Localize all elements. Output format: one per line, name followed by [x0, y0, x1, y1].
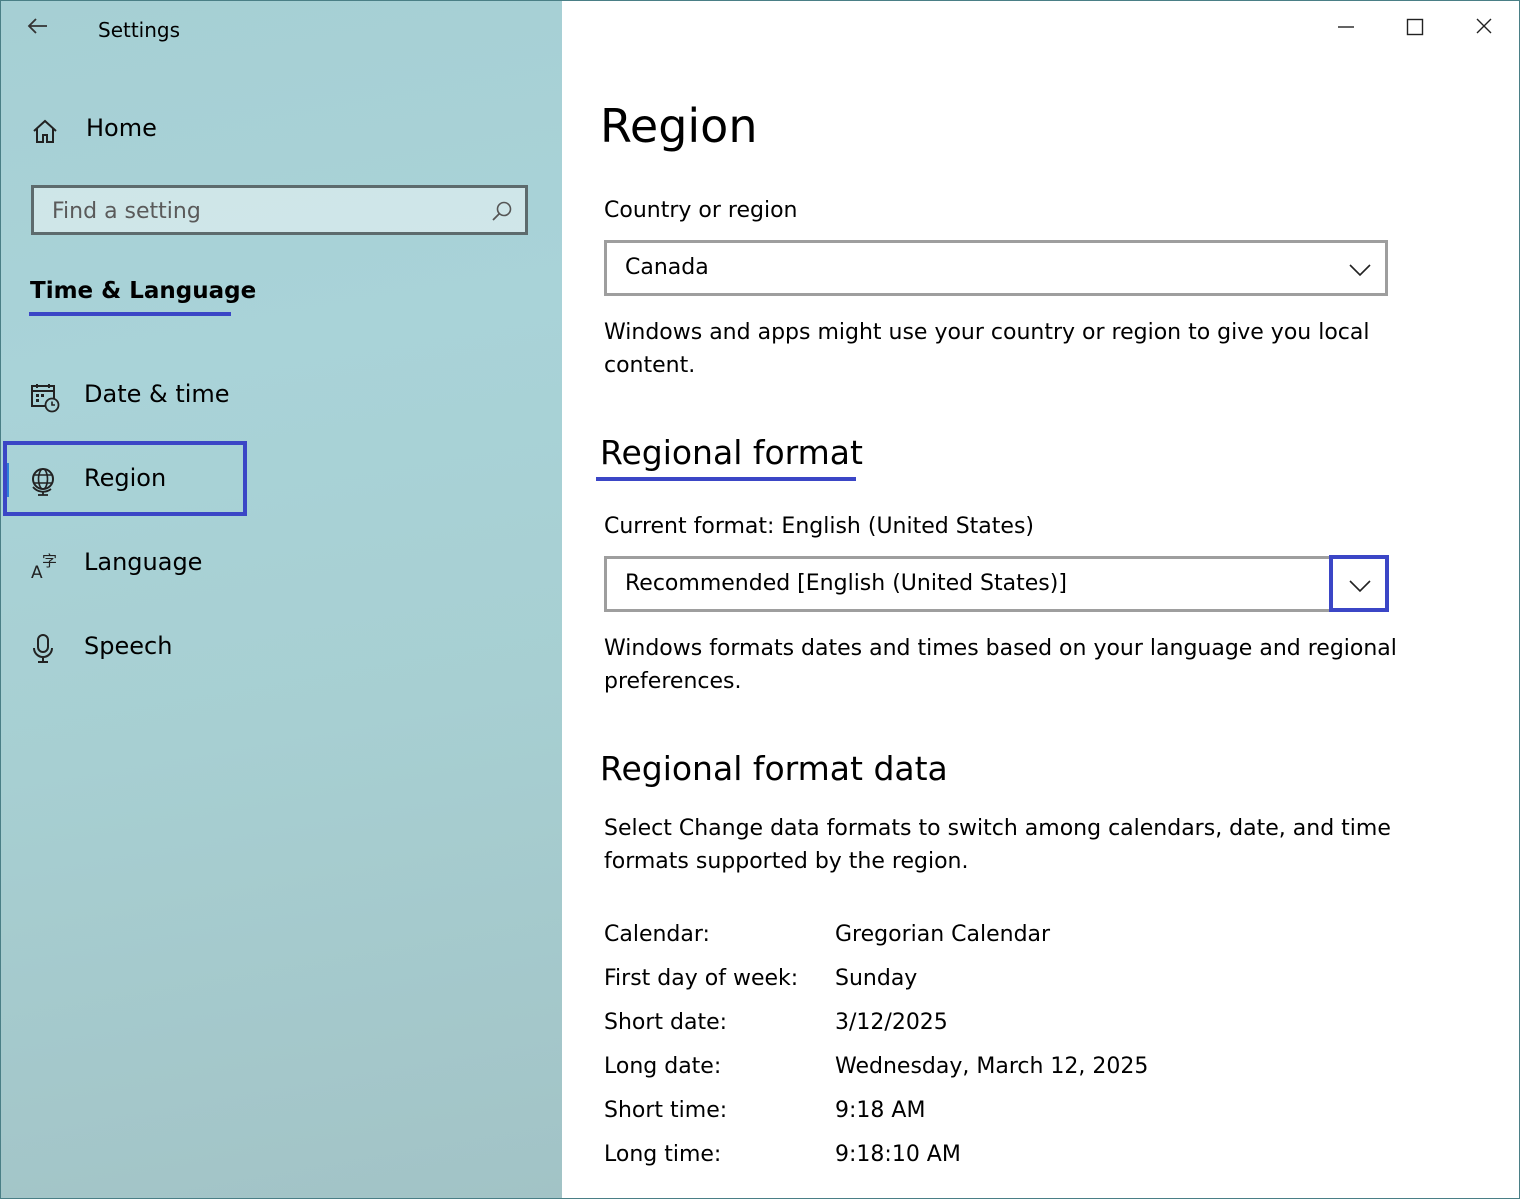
country-value: Canada: [625, 255, 709, 280]
sidebar-item-date-time[interactable]: Date & time: [1, 366, 562, 426]
country-label: Country or region: [604, 198, 798, 223]
format-value: Wednesday, March 12, 2025: [835, 1054, 1149, 1079]
format-key: Short date:: [604, 1010, 728, 1035]
app-title: Settings: [98, 18, 181, 42]
format-row-short-time: Short time: 9:18 AM: [604, 1098, 1404, 1138]
regional-format-underline: [596, 477, 856, 481]
format-value: 9:18 AM: [835, 1098, 926, 1123]
regional-format-data-heading: Regional format data: [600, 749, 948, 788]
sidebar-item-home[interactable]: Home: [1, 100, 562, 160]
language-icon: A 字: [29, 549, 61, 583]
format-key: Calendar:: [604, 922, 710, 947]
chevron-highlight-box: [1329, 555, 1389, 612]
format-value: Sunday: [835, 966, 918, 991]
regional-format-dropdown[interactable]: Recommended [English (United States)]: [604, 556, 1388, 612]
minimize-button[interactable]: [1326, 9, 1366, 45]
search-box[interactable]: [31, 185, 528, 235]
sidebar-item-label: Language: [84, 548, 203, 576]
back-arrow-icon[interactable]: [23, 11, 53, 41]
search-icon[interactable]: [491, 200, 513, 222]
format-key: Short time:: [604, 1098, 728, 1123]
maximize-button[interactable]: [1395, 9, 1435, 45]
format-value: Gregorian Calendar: [835, 922, 1051, 947]
sidebar: Settings Home Time & Language: [1, 1, 562, 1198]
format-key: Long time:: [604, 1142, 722, 1167]
format-value: 3/12/2025: [835, 1010, 948, 1035]
main-content: Region Country or region Canada Windows …: [562, 1, 1519, 1198]
calendar-clock-icon: [29, 381, 61, 413]
format-value: 9:18:10 AM: [835, 1142, 961, 1167]
sidebar-item-label: Home: [86, 114, 157, 142]
regional-format-value: Recommended [English (United States)]: [625, 571, 1067, 596]
settings-window: Settings Home Time & Language: [0, 0, 1520, 1199]
regional-format-heading: Regional format: [600, 433, 863, 472]
sidebar-item-label: Speech: [84, 632, 173, 660]
format-row-long-time: Long time: 9:18:10 AM: [604, 1142, 1404, 1182]
format-row-first-day: First day of week: Sunday: [604, 966, 1404, 1006]
region-highlight-box: [3, 441, 247, 516]
regional-format-data-description: Select Change data formats to switch amo…: [604, 816, 1391, 874]
sidebar-item-label: Date & time: [84, 380, 230, 408]
country-description: Windows and apps might use your country …: [604, 320, 1370, 378]
section-title-underline: [29, 312, 231, 316]
sidebar-item-language[interactable]: A 字 Language: [1, 534, 562, 594]
close-button[interactable]: [1464, 9, 1504, 45]
home-icon: [29, 115, 61, 147]
current-format-label: Current format: English (United States): [604, 514, 1034, 539]
format-row-long-date: Long date: Wednesday, March 12, 2025: [604, 1054, 1404, 1094]
sidebar-item-speech[interactable]: Speech: [1, 618, 562, 678]
search-input[interactable]: [34, 188, 494, 234]
section-title: Time & Language: [30, 278, 257, 304]
format-row-calendar: Calendar: Gregorian Calendar: [604, 922, 1404, 962]
format-key: First day of week:: [604, 966, 799, 991]
country-dropdown[interactable]: Canada: [604, 240, 1388, 296]
format-row-short-date: Short date: 3/12/2025: [604, 1010, 1404, 1050]
microphone-icon: [29, 633, 61, 665]
chevron-down-icon: [1347, 257, 1373, 283]
regional-format-description: Windows formats dates and times based on…: [604, 636, 1397, 694]
page-title: Region: [600, 99, 758, 153]
svg-text:字: 字: [42, 552, 57, 570]
format-key: Long date:: [604, 1054, 722, 1079]
